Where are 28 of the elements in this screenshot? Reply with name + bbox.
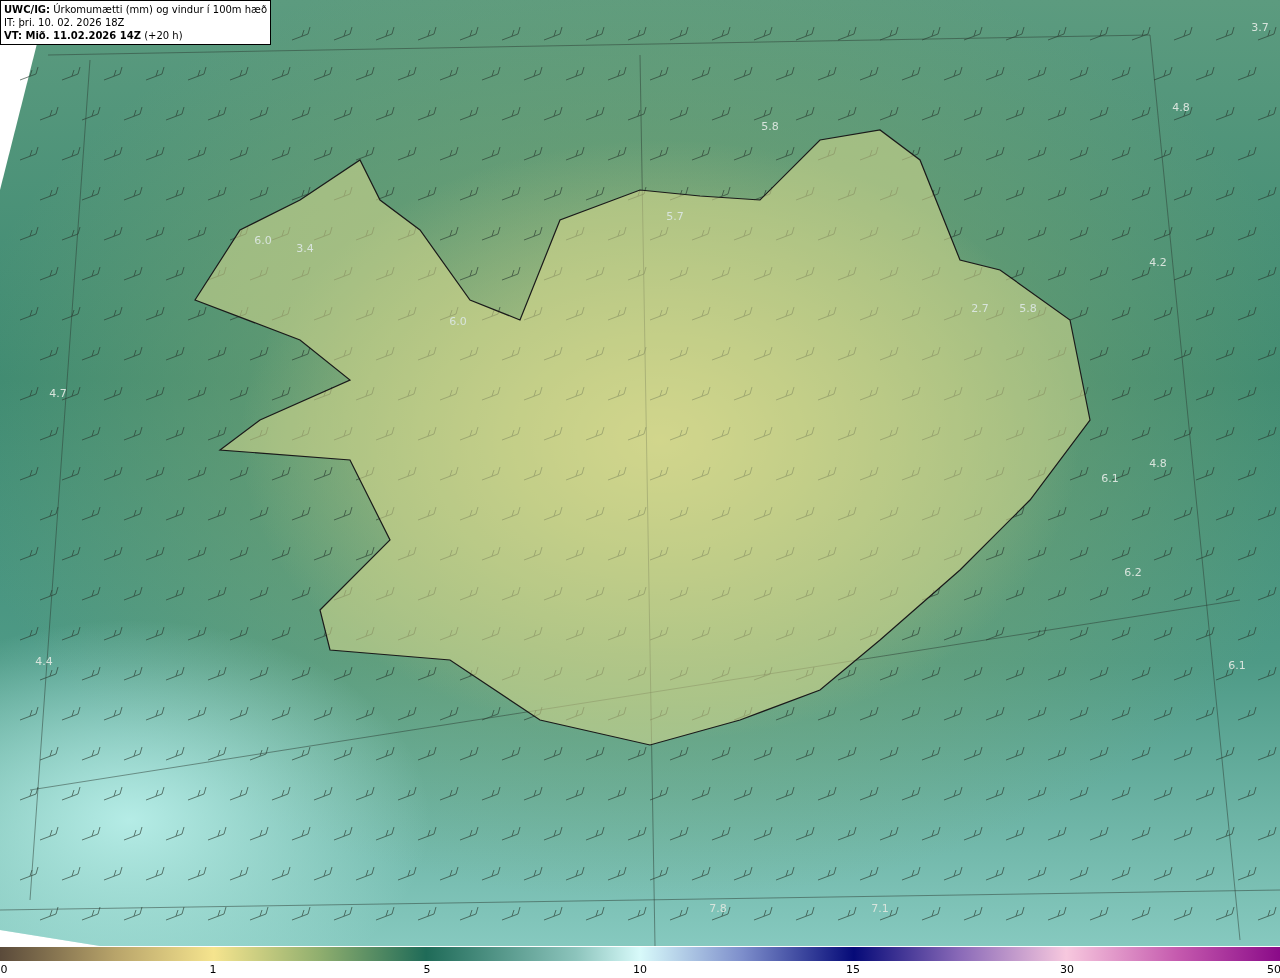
value-label: 7.1: [871, 901, 889, 915]
value-label: 3.7: [1251, 20, 1269, 34]
colorbar-tick-label: 5: [423, 963, 431, 976]
value-label: 7.8: [709, 901, 727, 915]
value-label: 5.8: [761, 119, 779, 133]
value-label: 6.0: [254, 233, 272, 247]
value-label: 6.1: [1101, 471, 1119, 485]
value-label: 4.8: [1149, 456, 1167, 470]
value-label: 4.2: [1149, 255, 1167, 269]
value-label: 3.4: [296, 241, 314, 255]
value-label: 4.4: [35, 654, 53, 668]
value-label: 6.2: [1124, 565, 1142, 579]
value-label: 4.7: [49, 386, 67, 400]
value-label: 6.0: [449, 314, 467, 328]
colorbar-tick-label: 15: [846, 963, 860, 976]
value-label: 6.1: [1228, 658, 1246, 672]
colorbar-tick-label: 1: [209, 963, 217, 976]
map-title: UWC/IG: Úrkomumætti (mm) og vindur í 100m hæð: [4, 3, 268, 16]
colorbar-tick-label: 50: [1267, 963, 1280, 976]
value-label: 2.7: [971, 301, 989, 315]
init-time: IT: þri. 10. 02. 2026 18Z: [4, 16, 126, 29]
colorbar-tick-label: 0: [0, 963, 8, 976]
value-label: 5.7: [666, 209, 684, 223]
colorbar-tick-label: 10: [633, 963, 647, 976]
valid-time: VT: Mið. 11.02.2026 14Z (+20 h): [4, 29, 184, 42]
value-label: 5.8: [1019, 301, 1037, 315]
value-label: 4.8: [1172, 100, 1190, 114]
colorbar-tick-label: 30: [1060, 963, 1074, 976]
